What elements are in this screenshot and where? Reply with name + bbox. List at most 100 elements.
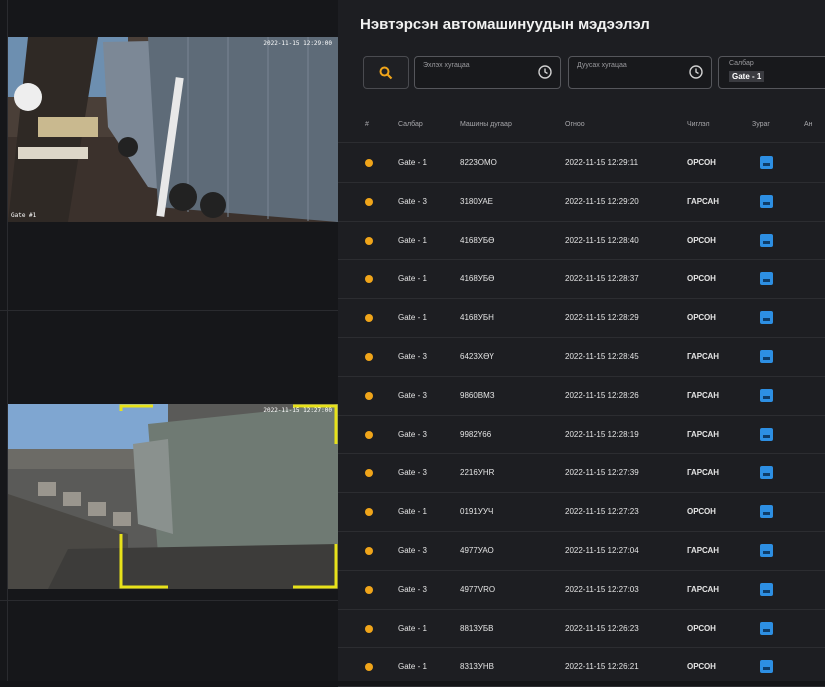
table-row[interactable]: Gate - 3 4977УАО 2022-11-15 12:27:04 ГАРСАН — [338, 531, 825, 571]
table-header: # Салбар Машины дугаар Огноо Чиглэл Зура… — [338, 110, 825, 143]
image-icon[interactable] — [760, 505, 773, 519]
row-time: 2022-11-15 12:27:39 — [565, 468, 639, 478]
table-row[interactable]: Gate - 1 4168УБӨ 2022-11-15 12:28:37 ОРСОН — [338, 259, 825, 300]
column-header-time[interactable]: Огноо — [565, 121, 585, 128]
image-icon[interactable] — [760, 466, 773, 480]
camera-feed-2[interactable]: 2022-11-15 12:27:00 — [8, 404, 338, 589]
row-direction: ОРСОН — [687, 235, 716, 245]
status-dot — [365, 508, 373, 517]
row-plate: 4168УБӨ — [460, 235, 495, 245]
image-icon[interactable] — [760, 272, 773, 286]
camera-timestamp: 2022-11-15 12:29:00 — [263, 40, 332, 47]
clock-icon[interactable] — [538, 65, 552, 79]
image-icon[interactable] — [760, 621, 773, 635]
row-direction: ГАРСАН — [687, 352, 720, 361]
image-icon[interactable] — [760, 427, 773, 441]
row-plate: 8313УНВ — [460, 662, 494, 672]
row-time: 2022-11-15 12:26:23 — [565, 623, 639, 633]
row-gate: Gate - 1 — [398, 623, 427, 633]
status-dot — [365, 197, 373, 206]
vehicle-log-panel: Нэвтэрсэн автомашинуудын мэдээлэл Эхлэх … — [338, 0, 825, 687]
table-row[interactable]: Gate - 3 2216УНR 2022-11-15 12:27:39 ГАРСАН — [338, 453, 825, 494]
table-row[interactable]: Gate - 3 3180УАЕ 2022-11-15 12:29:20 ГАРСАН — [338, 182, 825, 222]
row-plate: 6423ХӨҮ — [460, 352, 494, 361]
row-time: 2022-11-15 12:28:26 — [565, 390, 639, 400]
row-direction: ГАРСАН — [687, 584, 720, 594]
table-row[interactable]: Gate - 1 0191УУЧ 2022-11-15 12:27:23 ОРСОН — [338, 492, 825, 532]
column-header-number: # — [365, 121, 369, 128]
status-dot — [365, 469, 373, 478]
camera-feed-1[interactable]: 2022-11-15 12:29:00 Gate #1 — [8, 37, 338, 222]
row-direction: ГАРСАН — [687, 196, 720, 206]
table-row[interactable]: Gate - 3 9982Ү66 2022-11-15 12:28:19 ГАРСАН — [338, 415, 825, 455]
row-time: 2022-11-15 12:29:20 — [565, 196, 639, 206]
table-row[interactable]: Gate - 1 4168УБӨ 2022-11-15 12:28:40 ОРСОН — [338, 221, 825, 261]
table-row[interactable]: Gate - 3 6423ХӨҮ 2022-11-15 12:28:45 ГАРСАН — [338, 337, 825, 377]
search-button[interactable] — [363, 56, 409, 89]
image-icon[interactable] — [760, 388, 773, 402]
row-direction: ОРСОН — [687, 623, 716, 633]
row-time: 2022-11-15 12:28:40 — [565, 235, 639, 245]
gate-select-label: Салбар — [729, 60, 754, 67]
image-icon[interactable] — [760, 311, 773, 325]
image-icon[interactable] — [760, 350, 773, 363]
column-header-more: Ан — [804, 121, 813, 128]
start-time-field[interactable]: Эхлэх хугацаа — [414, 56, 561, 89]
status-dot — [365, 275, 373, 284]
image-icon[interactable] — [760, 582, 773, 596]
row-time: 2022-11-15 12:27:03 — [565, 584, 639, 594]
row-gate: Gate - 1 — [398, 274, 427, 284]
row-direction: ОРСОН — [687, 158, 716, 167]
status-dot — [365, 391, 373, 400]
image-icon[interactable] — [760, 194, 773, 208]
row-gate: Gate - 3 — [398, 429, 427, 439]
row-gate: Gate - 1 — [398, 235, 427, 245]
row-time: 2022-11-15 12:28:29 — [565, 313, 639, 323]
row-gate: Gate - 1 — [398, 662, 427, 672]
camera-label: Gate #1 — [11, 212, 37, 219]
image-icon[interactable] — [760, 156, 773, 169]
camera-timestamp: 2022-11-15 12:27:00 — [263, 407, 332, 414]
divider — [0, 310, 338, 311]
image-icon[interactable] — [760, 660, 773, 674]
column-header-gate[interactable]: Салбар — [398, 121, 423, 128]
row-time: 2022-11-15 12:28:19 — [565, 429, 639, 439]
row-direction: ГАРСАН — [687, 546, 720, 555]
page-title: Нэвтэрсэн автомашинуудын мэдээлэл — [360, 16, 650, 33]
row-time: 2022-11-15 12:29:11 — [565, 158, 639, 167]
column-header-direction[interactable]: Чиглэл — [687, 121, 710, 128]
row-time: 2022-11-15 12:27:23 — [565, 507, 639, 517]
row-time: 2022-11-15 12:28:45 — [565, 352, 639, 361]
row-gate: Gate - 3 — [398, 390, 427, 400]
end-time-label: Дуусах хугацаа — [577, 62, 627, 69]
gate-select-value: Gate - 1 — [729, 71, 765, 82]
table-row[interactable]: Gate - 3 4977VRO 2022-11-15 12:27:03 ГАРСАН — [338, 570, 825, 610]
table-row[interactable]: Gate - 1 4168УБН 2022-11-15 12:28:29 ОРСОН — [338, 298, 825, 338]
table-row[interactable]: Gate - 3 9860ВМЗ 2022-11-15 12:28:26 ГАРСАН — [338, 376, 825, 416]
image-icon[interactable] — [760, 544, 773, 557]
row-direction: ГАРСАН — [687, 429, 720, 439]
status-dot — [365, 624, 373, 633]
row-gate: Gate - 1 — [398, 158, 427, 167]
gate-select[interactable]: Салбар Gate - 1 — [718, 56, 825, 89]
row-gate: Gate - 3 — [398, 468, 427, 478]
status-dot — [365, 547, 373, 555]
row-plate: 9982Ү66 — [460, 429, 492, 439]
end-time-field[interactable]: Дуусах хугацаа — [568, 56, 712, 89]
row-plate: 8223ОМО — [460, 158, 497, 167]
row-plate: 4168УБН — [460, 313, 494, 323]
camera-2-image — [8, 404, 338, 589]
column-header-plate[interactable]: Машины дугаар — [460, 121, 512, 128]
clock-icon[interactable] — [689, 65, 703, 79]
row-direction: ГАРСАН — [687, 468, 720, 478]
row-gate: Gate - 3 — [398, 352, 427, 361]
table-row[interactable]: Gate - 1 8223ОМО 2022-11-15 12:29:11 ОРСОН — [338, 143, 825, 183]
camera-panel: 2022-11-15 12:29:00 Gate #1 2022-11-15 1… — [0, 0, 338, 681]
row-time: 2022-11-15 12:26:21 — [565, 662, 639, 672]
row-time: 2022-11-15 12:27:04 — [565, 546, 639, 555]
search-icon — [379, 66, 393, 79]
image-icon[interactable] — [760, 233, 773, 247]
table-row[interactable]: Gate - 1 8313УНВ 2022-11-15 12:26:21 ОРСОН — [338, 647, 825, 687]
divider — [0, 600, 338, 601]
table-row[interactable]: Gate - 1 8813УБВ 2022-11-15 12:26:23 ОРСОН — [338, 609, 825, 649]
